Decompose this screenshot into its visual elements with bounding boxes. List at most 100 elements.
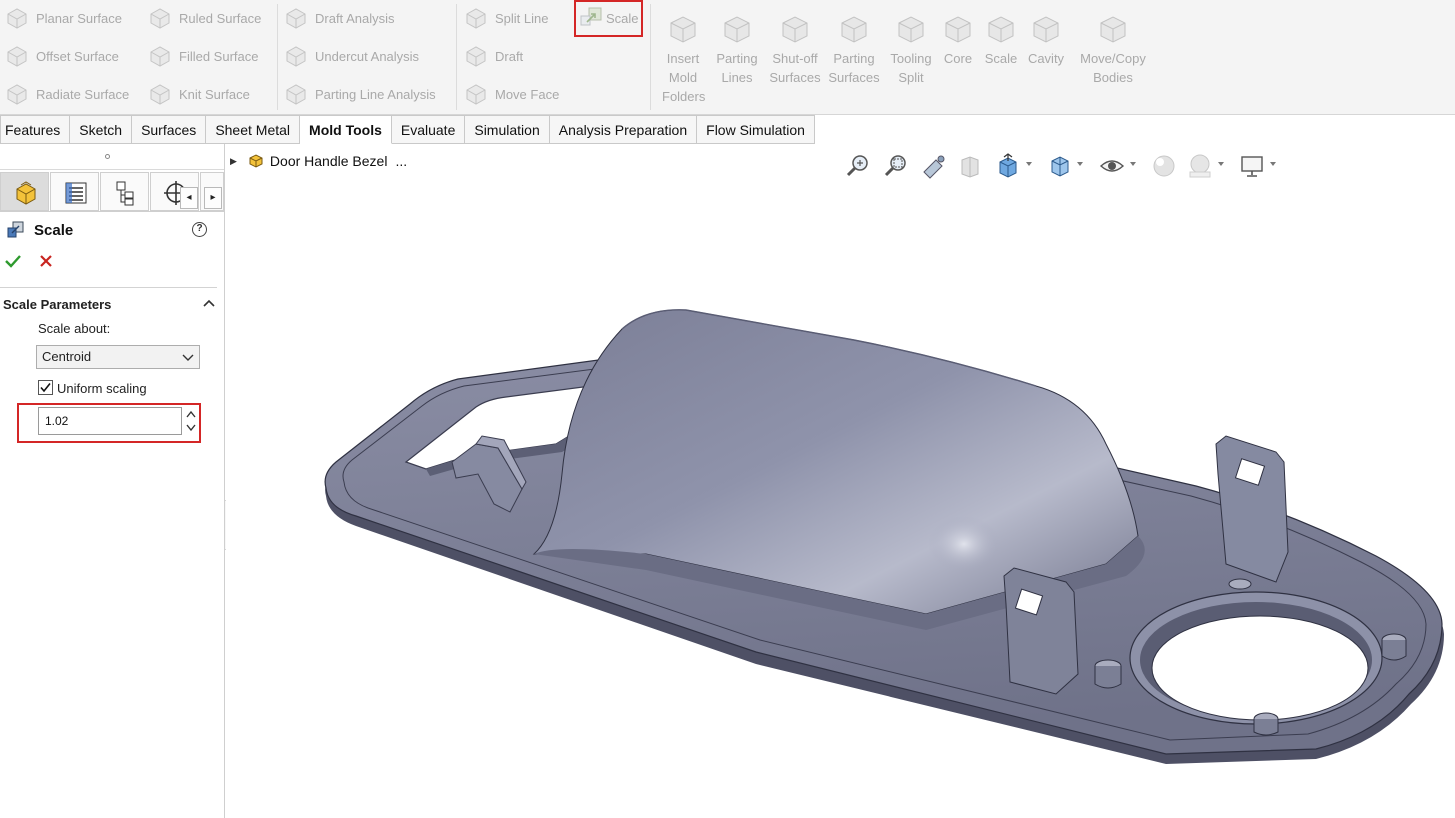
- ribbon-button-label: Filled Surface: [179, 48, 259, 64]
- round-hole-opening: [1151, 615, 1369, 721]
- parting-lines-icon: [720, 12, 754, 46]
- ruled-surface-icon: [147, 5, 173, 31]
- draft-analysis-button[interactable]: Draft Analysis: [283, 3, 394, 33]
- big-button-label: Move/Copy Bodies: [1080, 51, 1146, 85]
- ribbon-button-label: Undercut Analysis: [315, 48, 420, 64]
- chevron-down-icon: [182, 354, 194, 361]
- big-button-label: Shut-off Surfaces: [769, 51, 821, 85]
- scale-big-icon: [984, 12, 1018, 46]
- filled-surface-icon: [147, 43, 173, 69]
- checkmark-icon: [5, 255, 21, 268]
- planar-surface-button[interactable]: Planar Surface: [4, 3, 122, 33]
- big-button-label: Scale: [984, 51, 1018, 66]
- tab-simulation[interactable]: Simulation: [465, 115, 550, 144]
- scale-about-value: Centroid: [42, 349, 92, 364]
- big-button-label: Parting Lines: [716, 51, 758, 85]
- help-icon[interactable]: ?: [192, 222, 207, 237]
- core-button[interactable]: Core: [940, 8, 976, 68]
- tab-analysis-preparation[interactable]: Analysis Preparation: [549, 115, 698, 144]
- tab-evaluate[interactable]: Evaluate: [391, 115, 466, 144]
- ribbon-button-label: Parting Line Analysis: [315, 86, 436, 102]
- cavity-icon: [1029, 12, 1063, 46]
- parting-surfaces-icon: [837, 12, 871, 46]
- ribbon-button-label: Knit Surface: [179, 86, 250, 102]
- tab-surfaces[interactable]: Surfaces: [132, 115, 207, 144]
- shut-off-surfaces-button[interactable]: Shut-off Surfaces: [766, 8, 824, 87]
- panel-tabs-scroll-left[interactable]: ◂: [180, 187, 198, 209]
- move-face-icon: [463, 81, 489, 107]
- tab-sheet-metal[interactable]: Sheet Metal: [206, 115, 301, 144]
- ribbon-button-label: Draft: [495, 48, 524, 64]
- draft-analysis-icon: [283, 5, 309, 31]
- close-icon: [40, 255, 52, 267]
- filled-surface-button[interactable]: Filled Surface: [147, 41, 258, 71]
- move-copy-bodies-button[interactable]: Move/Copy Bodies: [1075, 8, 1151, 87]
- panel-tabs-scroll-right[interactable]: ▸: [204, 187, 222, 209]
- scale-about-label: Scale about:: [38, 321, 111, 336]
- tab-configuration-manager[interactable]: [100, 172, 149, 211]
- section-collapse-button[interactable]: [202, 296, 216, 315]
- panel-tab-strip: ◂ ▸: [0, 172, 224, 212]
- tooling-split-button[interactable]: Tooling Split: [886, 8, 936, 87]
- tab-features[interactable]: Features: [0, 115, 71, 144]
- uniform-scaling-checkbox[interactable]: [38, 380, 53, 395]
- scale-factor-spinner[interactable]: [184, 407, 198, 435]
- offset-surface-icon: [4, 43, 30, 69]
- section-title: Scale Parameters: [3, 297, 112, 312]
- ok-button[interactable]: [4, 252, 22, 275]
- spinner-arrows-icon: [186, 410, 196, 432]
- ruled-surface-button[interactable]: Ruled Surface: [147, 3, 261, 33]
- scale-title-row: Scale: [6, 220, 73, 240]
- parting-line-analysis-button[interactable]: Parting Line Analysis: [283, 79, 436, 109]
- door-handle-bezel-model[interactable]: [226, 144, 1455, 818]
- insert-mold-folders-icon: [666, 12, 700, 46]
- middle-tab: [1003, 567, 1079, 695]
- ribbon-button-label: Planar Surface: [36, 10, 122, 26]
- move-face-button[interactable]: Move Face: [463, 79, 559, 109]
- panel-grip[interactable]: [0, 144, 224, 170]
- property-manager-icon: [65, 182, 87, 204]
- planar-surface-icon: [4, 5, 30, 31]
- scale-highlight-box: [574, 0, 643, 37]
- scale-factor-input[interactable]: 1.02: [38, 407, 182, 435]
- parting-line-analysis-icon: [283, 81, 309, 107]
- draft-icon: [463, 43, 489, 69]
- tab-property-manager[interactable]: [50, 172, 99, 211]
- ribbon-button-label: Split Line: [495, 10, 549, 26]
- split-line-button[interactable]: Split Line: [463, 3, 548, 33]
- insert-mold-folders-button[interactable]: Insert Mold Folders: [662, 8, 706, 106]
- core-icon: [941, 12, 975, 46]
- dome-highlight: [928, 516, 1000, 572]
- ribbon-button-label: Offset Surface: [36, 48, 119, 64]
- big-button-label: Insert Mold Folders: [662, 51, 706, 104]
- shut-off-surfaces-icon: [778, 12, 812, 46]
- scale-about-dropdown[interactable]: Centroid: [36, 345, 200, 369]
- big-button-label: Parting Surfaces: [828, 51, 880, 85]
- undercut-analysis-button[interactable]: Undercut Analysis: [283, 41, 419, 71]
- tab-flow-simulation[interactable]: Flow Simulation: [697, 115, 815, 144]
- feature-manager-icon: [16, 181, 36, 205]
- parting-lines-button[interactable]: Parting Lines: [712, 8, 762, 87]
- draft-button[interactable]: Draft: [463, 41, 523, 71]
- property-manager-panel: ◂ ▸ Scale ? Scale Parameters Scale about…: [0, 144, 225, 818]
- knit-surface-button[interactable]: Knit Surface: [147, 79, 250, 109]
- big-button-label: Cavity: [1027, 51, 1065, 66]
- cavity-button[interactable]: Cavity: [1024, 8, 1068, 68]
- tab-feature-manager[interactable]: [0, 172, 49, 211]
- parting-surfaces-button[interactable]: Parting Surfaces: [826, 8, 882, 87]
- tab-sketch[interactable]: Sketch: [70, 115, 133, 144]
- tab-mold-tools[interactable]: Mold Tools: [300, 115, 392, 144]
- scale-feature-icon: [7, 221, 24, 238]
- cancel-button[interactable]: [37, 252, 55, 275]
- move-copy-bodies-icon: [1096, 12, 1130, 46]
- graphics-viewport[interactable]: ▶ Door Handle Bezel ...: [226, 144, 1455, 818]
- checkmark-icon: [40, 383, 51, 393]
- radiate-surface-icon: [4, 81, 30, 107]
- panel-title: Scale: [34, 221, 74, 239]
- undercut-analysis-icon: [283, 43, 309, 69]
- section-divider: [0, 287, 217, 288]
- big-button-label: Core: [943, 51, 973, 66]
- scale-big-button[interactable]: Scale: [983, 8, 1019, 68]
- radiate-surface-button[interactable]: Radiate Surface: [4, 79, 129, 109]
- offset-surface-button[interactable]: Offset Surface: [4, 41, 119, 71]
